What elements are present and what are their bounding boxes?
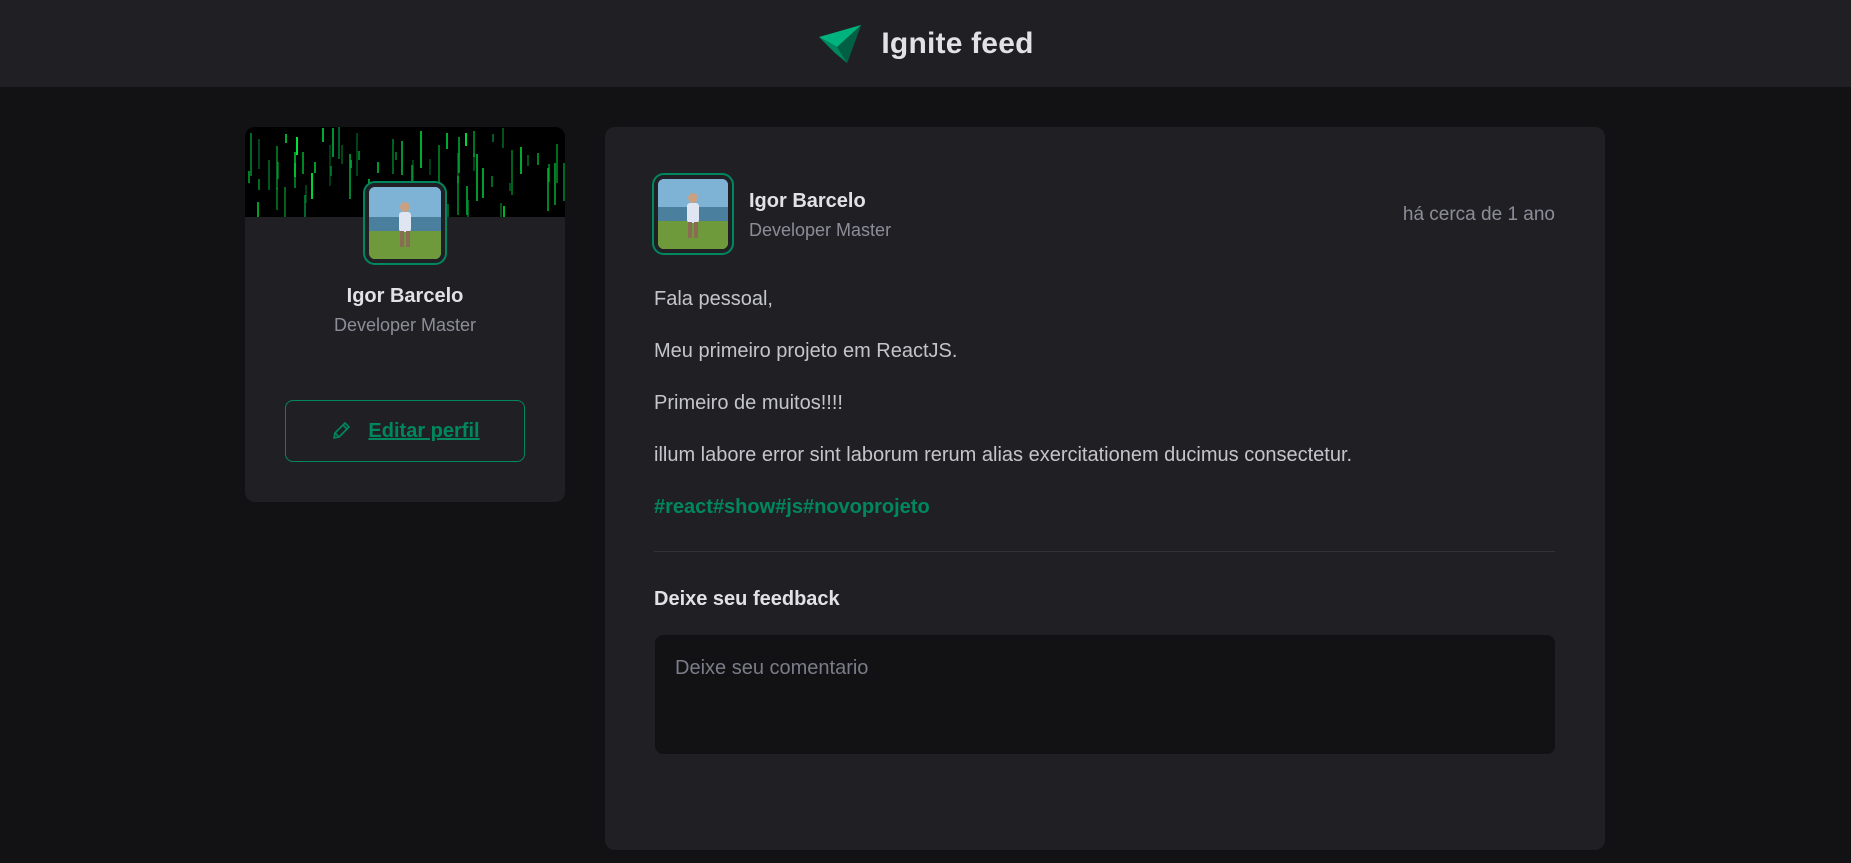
app-title: Ignite feed [881,26,1034,60]
pencil-icon [333,422,351,439]
paper-plane-icon [819,24,862,63]
post-paragraph: Meu primeiro projeto em ReactJS. [654,340,958,362]
profile-name: Igor Barcelo [346,285,464,307]
post-paragraph: illum labore error sint laborum rerum al… [654,444,1353,466]
hashtag-link[interactable]: #js [775,496,803,518]
post-divider [654,551,1555,552]
post-hashtags: #react#show#js#novoprojeto [654,493,1554,521]
author-avatar[interactable] [652,173,734,255]
profile-sidebar: Igor Barcelo Developer Master Editar per… [245,127,565,502]
edit-profile-button[interactable]: Editar perfil [285,400,525,462]
comment-input[interactable] [655,635,1555,754]
hashtag-link[interactable]: #show [713,496,775,518]
profile-role: Developer Master [333,315,477,335]
post-paragraph: Fala pessoal, [654,288,773,310]
post-paragraph: Primeiro de muitos!!!! [654,392,843,414]
hashtag-link[interactable]: #novoprojeto [803,496,930,518]
hashtag-link[interactable]: #react [654,496,713,518]
edit-profile-label: Editar perfil [368,419,480,442]
profile-avatar[interactable] [363,181,447,265]
post-content: Fala pessoal, Meu primeiro projeto em Re… [654,285,1554,545]
author-name: Igor Barcelo [749,190,866,212]
author-role: Developer Master [749,220,892,240]
post-card: Igor Barcelo Developer Master há cerca d… [605,127,1605,850]
post-timestamp: há cerca de 1 ano [1402,204,1555,225]
top-header: Ignite feed [0,0,1851,87]
feedback-title: Deixe seu feedback [654,588,840,610]
